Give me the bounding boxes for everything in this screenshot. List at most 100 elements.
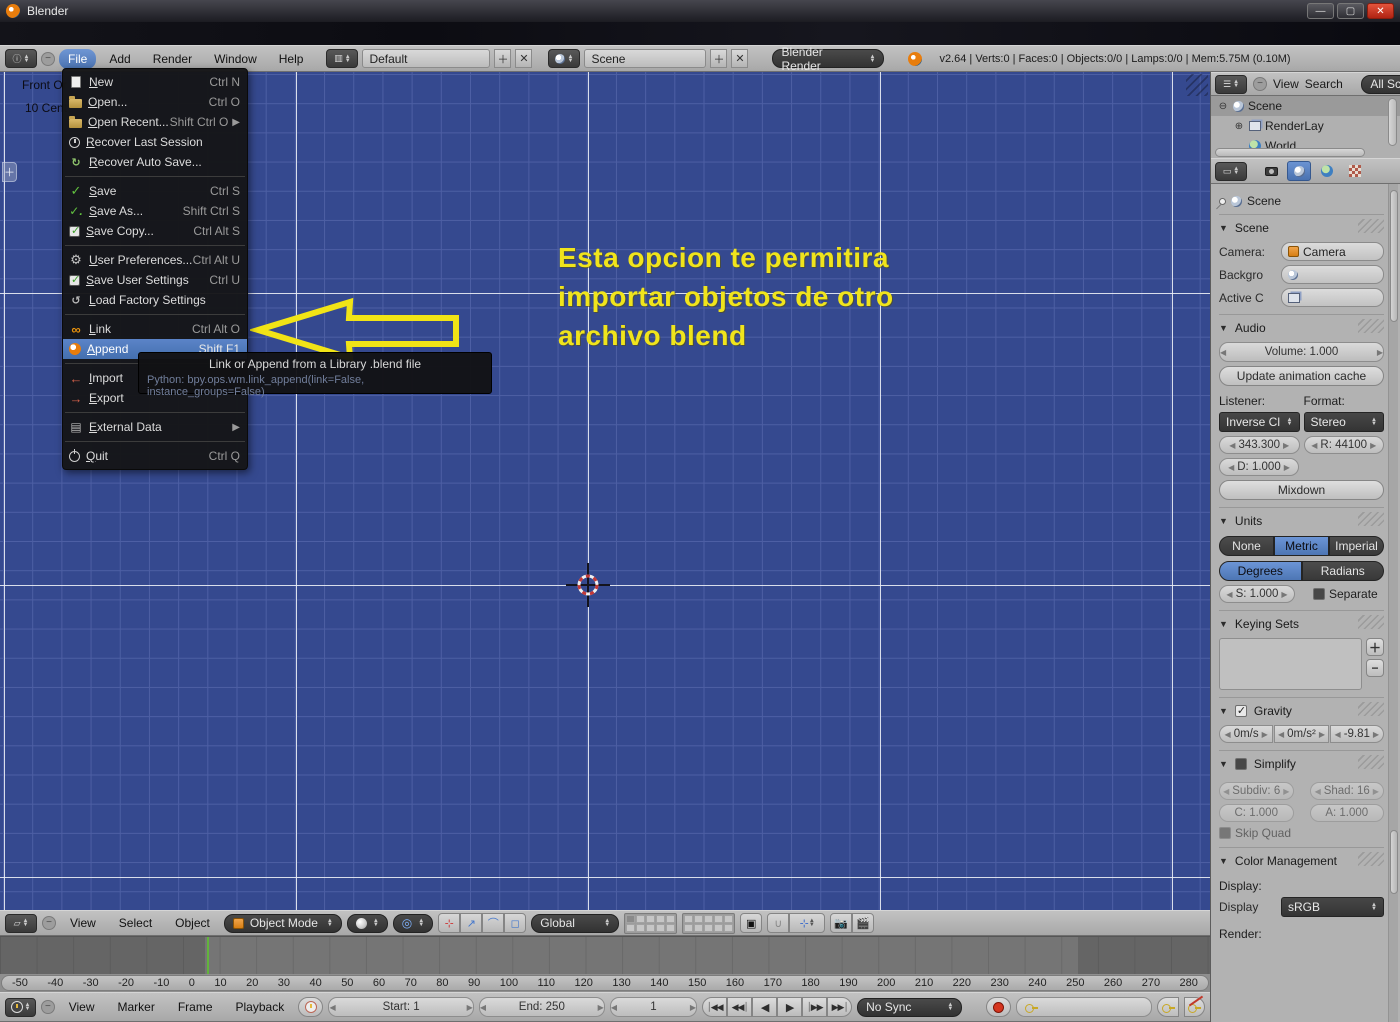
simplify-subdivision-field[interactable]: ◀ Subdiv: 6 ▶: [1219, 782, 1294, 800]
layer-cell[interactable]: [656, 923, 666, 932]
layer-cell[interactable]: [704, 914, 714, 923]
display-device-dropdown[interactable]: sRGB ▲ ▼: [1281, 897, 1384, 917]
end-frame-field[interactable]: ◀ End: 250 ▶: [478, 997, 605, 1017]
outliner-editor-selector[interactable]: ☰ ▲ ▼: [1215, 74, 1247, 94]
layer-cell[interactable]: [626, 914, 636, 923]
unit-scale-field[interactable]: ◀ S: 1.000 ▶: [1219, 585, 1295, 603]
layer-cell[interactable]: [684, 923, 694, 932]
snap-magnet-icon[interactable]: ∪: [767, 913, 790, 933]
layer-cell[interactable]: [724, 923, 734, 932]
menu-file[interactable]: File: [59, 48, 97, 69]
outliner-menu-search[interactable]: Search: [1305, 77, 1343, 91]
view3d-menu-view[interactable]: View: [61, 913, 105, 933]
maximize-button[interactable]: ▢: [1337, 3, 1364, 19]
panel-drag-stripes[interactable]: [1358, 319, 1384, 333]
gravity-z-field[interactable]: ◀ -9.81 ▶: [1329, 725, 1384, 743]
panel-drag-stripes[interactable]: [1358, 219, 1384, 233]
add-keying-set-button[interactable]: ＋: [1366, 638, 1384, 656]
units-degrees-button[interactable]: Degrees: [1219, 561, 1302, 581]
remove-keying-set-button[interactable]: −: [1366, 659, 1384, 677]
file-menu-item-quit[interactable]: Quit Ctrl Q: [63, 446, 247, 466]
render-engine-dropdown[interactable]: Blender Render ▲ ▼: [772, 45, 885, 73]
timeline-editor-selector[interactable]: ▲ ▼: [5, 997, 37, 1017]
lock-to-scene-icon[interactable]: ▣: [740, 913, 763, 933]
pin-icon[interactable]: [1217, 196, 1228, 206]
outliner-vscrollbar[interactable]: [1388, 98, 1397, 146]
sample-rate-field[interactable]: ◀ R: 44100 ▶: [1303, 436, 1384, 454]
snap-element-dropdown[interactable]: ⊹ ▲ ▼: [789, 913, 826, 933]
orientation-dropdown[interactable]: Global ▲ ▼: [531, 913, 620, 933]
gravity-x-field[interactable]: ◀ 0m/s ▶: [1219, 725, 1274, 743]
panel-drag-stripes[interactable]: [1358, 702, 1384, 716]
file-menu-item-save-as[interactable]: Save As...Shift Ctrl S: [63, 201, 247, 221]
keying-set-field[interactable]: [1016, 997, 1153, 1017]
file-menu-item-save[interactable]: SaveCtrl S: [63, 181, 247, 201]
layer-cell[interactable]: [666, 923, 676, 932]
layer-cell[interactable]: [626, 923, 636, 932]
panel-drag-stripes[interactable]: [1358, 852, 1384, 866]
play-reverse-button[interactable]: ◀: [752, 997, 778, 1017]
outliner-menu-view[interactable]: View: [1273, 77, 1299, 91]
screen-layout-icon[interactable]: ▥ ▲ ▼: [326, 49, 359, 68]
pivot-dropdown[interactable]: ◎ ▲ ▼: [392, 913, 434, 933]
collapse-triangle-icon[interactable]: ▼: [1219, 323, 1228, 333]
layer-cell[interactable]: [694, 923, 704, 932]
gravity-checkbox[interactable]: [1234, 704, 1247, 717]
minimize-button[interactable]: —: [1307, 3, 1334, 19]
layer-cell[interactable]: [684, 914, 694, 923]
view3d-menu-select[interactable]: Select: [110, 913, 161, 933]
file-menu-item-open[interactable]: Open... Ctrl O: [63, 92, 247, 112]
properties-region-toggle[interactable]: ＋: [2, 162, 17, 182]
expand-icon[interactable]: ⊕: [1233, 121, 1245, 132]
view3d-menu-object[interactable]: Object: [166, 913, 219, 933]
speed-of-sound-field[interactable]: ◀ 343.300 ▶: [1219, 436, 1300, 454]
menu-window[interactable]: Window: [205, 49, 266, 69]
manipulator-axis-icon[interactable]: ⊹: [438, 913, 461, 933]
menu-help[interactable]: Help: [270, 49, 313, 69]
delete-screen-button[interactable]: ✕: [515, 49, 533, 68]
layer-cell[interactable]: [646, 914, 656, 923]
timeline-menu-frame[interactable]: Frame: [169, 997, 222, 1017]
sync-dropdown[interactable]: No Sync ▲ ▼: [857, 997, 963, 1017]
auto-keyframe-button[interactable]: [985, 997, 1012, 1017]
layer-cell[interactable]: [704, 923, 714, 932]
current-frame-field[interactable]: ◀ 1 ▶: [609, 997, 698, 1017]
expand-icon[interactable]: ⊖: [1217, 101, 1229, 112]
outliner-hscrollbar[interactable]: [1215, 148, 1365, 157]
collapse-triangle-icon[interactable]: ▼: [1219, 856, 1228, 866]
outliner-filter-dropdown[interactable]: All Sc: [1361, 74, 1400, 94]
manipulator-translate-icon[interactable]: ↗: [460, 913, 483, 933]
layer-cell[interactable]: [666, 914, 676, 923]
start-frame-field[interactable]: ◀ Start: 1 ▶: [328, 997, 474, 1017]
jump-to-start-button[interactable]: ⏐◀◀: [702, 997, 728, 1017]
collapse-triangle-icon[interactable]: ▼: [1219, 516, 1228, 526]
file-menu-item-save-copy[interactable]: Save Copy...Ctrl Alt S: [63, 221, 247, 241]
collapse-triangle-icon[interactable]: ▼: [1219, 759, 1228, 769]
panel-drag-stripes[interactable]: [1358, 512, 1384, 526]
timeline-ruler[interactable]: -50 -40 -30 -20 -10 0 10 20 30 40 50 60 70 80 90 100 110…: [0, 974, 1210, 992]
play-button[interactable]: ▶: [777, 997, 803, 1017]
screen-layout-field[interactable]: Default: [362, 49, 491, 68]
timeline-menu-marker[interactable]: Marker: [108, 997, 163, 1017]
units-metric-button[interactable]: Metric: [1274, 536, 1329, 556]
audio-channels-dropdown[interactable]: Stereo ▲ ▼: [1303, 412, 1384, 432]
add-scene-button[interactable]: ＋: [710, 49, 728, 68]
previous-keyframe-button[interactable]: ◀◀⏐: [727, 997, 753, 1017]
file-menu-item-new[interactable]: New Ctrl N: [63, 72, 247, 92]
file-menu-item-save-user-settings[interactable]: Save User SettingsCtrl U: [63, 270, 247, 290]
menu-add[interactable]: Add: [100, 49, 139, 69]
file-menu-item-user-preferences[interactable]: User Preferences...Ctrl Alt U: [63, 250, 247, 270]
layer-cell[interactable]: [714, 914, 724, 923]
doppler-field[interactable]: ◀ D: 1.000 ▶: [1219, 458, 1299, 476]
keying-sets-list[interactable]: [1219, 638, 1362, 690]
next-keyframe-button[interactable]: ⏐▶▶: [802, 997, 828, 1017]
volume-slider[interactable]: ◀ Volume: 1.000 ▶: [1219, 342, 1384, 362]
manipulator-scale-icon[interactable]: ◻: [504, 913, 527, 933]
collapse-triangle-icon[interactable]: ▼: [1219, 223, 1228, 233]
delete-scene-button[interactable]: ✕: [731, 49, 749, 68]
add-screen-button[interactable]: ＋: [494, 49, 512, 68]
file-menu-item-load-factory-settings[interactable]: Load Factory Settings: [63, 290, 247, 310]
timeline-menu-view[interactable]: View: [60, 997, 104, 1017]
file-menu-item-recover-auto-save[interactable]: Recover Auto Save...: [63, 152, 247, 172]
manipulator-rotate-icon[interactable]: ⌒: [482, 913, 505, 933]
